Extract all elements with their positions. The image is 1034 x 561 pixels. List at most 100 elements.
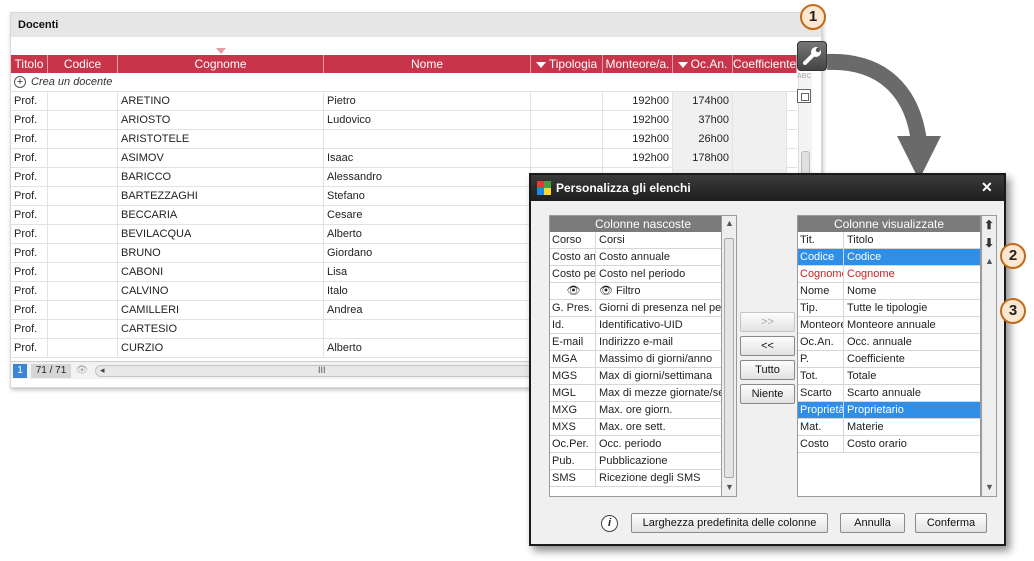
visible-columns-list[interactable]: Colonne visualizzate Tit. Titolo Codice Cod… [797, 215, 981, 497]
close-icon[interactable]: ✕ [981, 179, 993, 196]
list-item-name: Pubblicazione [599, 455, 668, 467]
list-item[interactable]: P. Coefficiente [798, 351, 980, 368]
table-row[interactable]: Prof. ASIMOV Isaac 192h00 178h00 [11, 149, 797, 168]
list-item[interactable]: Tip. Tutte le tipologie [798, 300, 980, 317]
list-item[interactable]: Id. Identificativo-UID [550, 317, 736, 334]
table-row[interactable]: Prof. ARETINO Pietro 192h00 174h00 [11, 92, 797, 111]
list-item-name: Costo orario [847, 438, 907, 450]
hidden-list-scrollbar[interactable]: ▲ ▼ [721, 215, 737, 497]
move-up-arrow-icon[interactable]: ⬆ [983, 217, 995, 233]
column-header[interactable]: Codice [48, 55, 118, 73]
table-cell: Alberto [324, 339, 531, 358]
list-item[interactable]: MGA Massimo di giorni/anno [550, 351, 736, 368]
list-item[interactable]: Oc.An. Occ. annuale [798, 334, 980, 351]
table-cell [48, 149, 118, 168]
list-item[interactable]: Tot. Totale [798, 368, 980, 385]
scroll-up-icon[interactable]: ▲ [985, 256, 994, 266]
visible-columns-rows: Tit. Titolo Codice Codice Cognome Cognome Nome… [798, 232, 980, 453]
info-icon[interactable]: i [601, 515, 618, 532]
filter-triangle-icon [535, 61, 546, 68]
table-cell: Lisa [324, 263, 531, 282]
list-item[interactable]: MXG Max. ore giorn. [550, 402, 736, 419]
table-cell: 174h00 [673, 92, 733, 111]
list-item[interactable]: Tit. Titolo [798, 232, 980, 249]
table-row[interactable]: Prof. ARISTOTELE 192h00 26h00 [11, 130, 797, 149]
column-header[interactable]: Coefficiente [733, 55, 797, 73]
list-item[interactable]: 👁 👁 Filtro [550, 283, 736, 300]
table-cell [531, 130, 603, 149]
column-header[interactable]: Tipologia [531, 55, 603, 73]
scroll-left-arrow-icon[interactable]: ◂ [100, 365, 105, 376]
list-item-name: Identificativo-UID [599, 319, 683, 331]
list-item[interactable]: Costo an Costo annuale [550, 249, 736, 266]
table-cell [48, 263, 118, 282]
scroll-up-icon[interactable]: ▲ [725, 218, 734, 228]
column-header[interactable]: Titolo [11, 55, 48, 73]
horizontal-scrollbar[interactable]: ◂ III [95, 365, 535, 377]
list-item[interactable]: E-mail Indirizzo e-mail [550, 334, 736, 351]
list-item-code: Monteore [800, 317, 844, 333]
list-item[interactable]: Costo Costo orario [798, 436, 980, 453]
column-header[interactable]: Cognome [118, 55, 324, 73]
column-header[interactable]: Nome [324, 55, 531, 73]
table-cell [531, 92, 603, 111]
create-teacher-row[interactable]: + Crea un docente [11, 73, 797, 92]
column-header-label: Tipologia [548, 57, 598, 71]
list-item[interactable]: Proprietà Proprietario [798, 402, 980, 419]
list-item-code: MGL [550, 385, 596, 401]
select-none-button[interactable]: Niente [740, 384, 795, 404]
spellcheck-icon[interactable]: ABC [797, 73, 811, 80]
list-item[interactable]: Cognome Cognome [798, 266, 980, 283]
list-item[interactable]: G. Pres. Giorni di presenza nel pe [550, 300, 736, 317]
visible-columns-header: Colonne visualizzate [798, 216, 980, 232]
list-item[interactable]: Codice Codice [798, 249, 980, 266]
list-item[interactable]: Monteore Monteore annuale [798, 317, 980, 334]
move-down-arrow-icon[interactable]: ⬇ [983, 235, 995, 251]
cancel-button[interactable]: Annulla [840, 513, 905, 533]
scroll-down-icon[interactable]: ▼ [985, 482, 994, 492]
list-item-code: Mat. [798, 419, 844, 435]
list-item[interactable]: Pub. Pubblicazione [550, 453, 736, 470]
scrollbar-grip[interactable]: III [318, 365, 326, 375]
list-item-name: Corsi [599, 234, 625, 246]
hidden-list-scroll-thumb[interactable] [724, 238, 734, 478]
copy-icon[interactable] [797, 89, 811, 103]
list-item[interactable]: MXS Max. ore sett. [550, 419, 736, 436]
table-cell: ASIMOV [118, 149, 324, 168]
list-item[interactable]: Corso Corsi [550, 232, 736, 249]
list-item[interactable]: Nome Nome [798, 283, 980, 300]
filter-triangle-icon [677, 61, 688, 68]
column-header[interactable]: Oc.An. [673, 55, 733, 73]
list-item[interactable]: Mat. Materie [798, 419, 980, 436]
confirm-button[interactable]: Conferma [915, 513, 987, 533]
add-column-button[interactable]: >> [740, 312, 795, 332]
list-item[interactable]: MGS Max di giorni/settimana [550, 368, 736, 385]
list-item[interactable]: MGL Max di mezze giornate/se [550, 385, 736, 402]
list-item[interactable]: Oc.Per. Occ. periodo [550, 436, 736, 453]
select-all-button[interactable]: Tutto [740, 360, 795, 380]
table-cell: 192h00 [603, 92, 673, 111]
list-item-name: Giorni di presenza nel pe [599, 302, 722, 314]
list-item-code: G. Pres. [550, 300, 596, 316]
hidden-columns-list[interactable]: Colonne nascoste Corso Corsi Costo an Costo… [549, 215, 737, 497]
table-cell [733, 111, 787, 130]
list-item[interactable]: SMS Ricezione degli SMS [550, 470, 736, 487]
list-item-name: Ricezione degli SMS [599, 472, 701, 484]
table-cell [48, 111, 118, 130]
page-badge: 1 [13, 364, 27, 378]
column-header[interactable]: Monteore/a. [603, 55, 673, 73]
table-cell: Prof. [11, 301, 48, 320]
scroll-down-icon[interactable]: ▼ [725, 482, 734, 492]
table-cell: 192h00 [603, 149, 673, 168]
list-item[interactable]: Scarto Scarto annuale [798, 385, 980, 402]
list-item[interactable]: Costo pe Costo nel periodo [550, 266, 736, 283]
default-width-button[interactable]: Larghezza predefinita delle colonne [631, 513, 828, 533]
table-cell: Isaac [324, 149, 531, 168]
remove-column-button[interactable]: << [740, 336, 795, 356]
visible-list-scrollbar[interactable]: ⬆ ⬇ ▲ ▼ [981, 215, 997, 497]
eye-icon[interactable]: 👁 [75, 364, 89, 378]
column-header-label: Nome [410, 57, 443, 71]
create-teacher-label: Crea un docente [31, 76, 113, 88]
table-row[interactable]: Prof. ARIOSTO Ludovico 192h00 37h00 [11, 111, 797, 130]
table-cell [531, 149, 603, 168]
